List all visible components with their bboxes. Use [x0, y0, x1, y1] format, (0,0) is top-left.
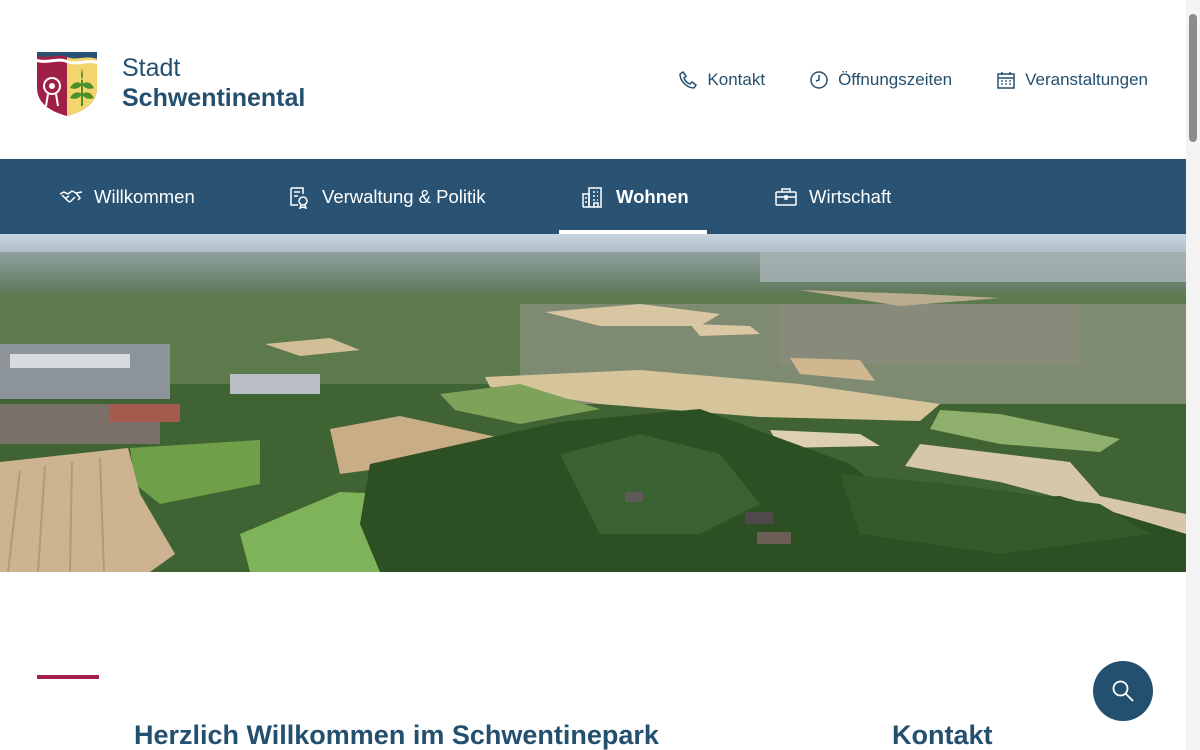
search-icon	[1112, 680, 1134, 702]
administration-icon	[290, 186, 308, 209]
clock-icon	[810, 71, 828, 89]
main-navigation: Willkommen Verwaltung & Politik Wohnen W…	[0, 159, 1186, 234]
scrollbar-thumb[interactable]	[1189, 14, 1197, 142]
service-link-veranstaltungen[interactable]: Veranstaltungen	[996, 70, 1148, 90]
service-link-oeffnungszeiten[interactable]: Öffnungszeiten	[809, 70, 952, 90]
nav-item-label: Willkommen	[94, 185, 195, 207]
service-link-label: Öffnungszeiten	[838, 70, 953, 89]
nav-item-wirtschaft[interactable]: Wirtschaft	[774, 159, 891, 234]
nav-item-verwaltung-politik[interactable]: Verwaltung & Politik	[287, 159, 486, 234]
nav-item-willkommen[interactable]: Willkommen	[59, 159, 195, 234]
buildings-icon	[582, 186, 602, 208]
section-accent-bar	[37, 675, 99, 679]
handshake-icon	[59, 189, 83, 202]
service-link-label: Kontakt	[707, 70, 766, 89]
service-link-label: Veranstaltungen	[1025, 70, 1148, 89]
nav-item-label: Wirtschaft	[809, 185, 892, 207]
nav-item-label: Verwaltung & Politik	[322, 185, 486, 207]
page-scrollbar[interactable]	[1186, 0, 1200, 750]
hero-image	[0, 234, 1186, 572]
calendar-icon	[997, 72, 1015, 89]
service-nav: Kontakt Öffnungszeiten Veranstaltungen	[634, 70, 1148, 90]
site-name-line1: Stadt	[122, 54, 181, 82]
nav-item-wohnen[interactable]: Wohnen	[581, 159, 689, 234]
briefcase-icon	[775, 187, 797, 206]
welcome-heading: Herzlich Willkommen im Schwentinepark	[134, 720, 659, 750]
site-name-line2: Schwentinental	[122, 84, 306, 112]
site-header: Stadt Schwentinental Kontakt Öffnungszei…	[0, 0, 1186, 159]
search-button[interactable]	[1093, 661, 1153, 721]
phone-icon	[679, 70, 698, 89]
contact-heading: Kontakt	[892, 720, 993, 750]
aerial-landscape-image	[0, 234, 1186, 572]
service-link-kontakt[interactable]: Kontakt	[678, 70, 765, 90]
nav-item-label: Wohnen	[616, 185, 689, 207]
site-name: Stadt Schwentinental	[122, 53, 305, 113]
site-logo[interactable]: Stadt Schwentinental	[36, 50, 305, 116]
coat-of-arms-icon	[37, 52, 97, 116]
